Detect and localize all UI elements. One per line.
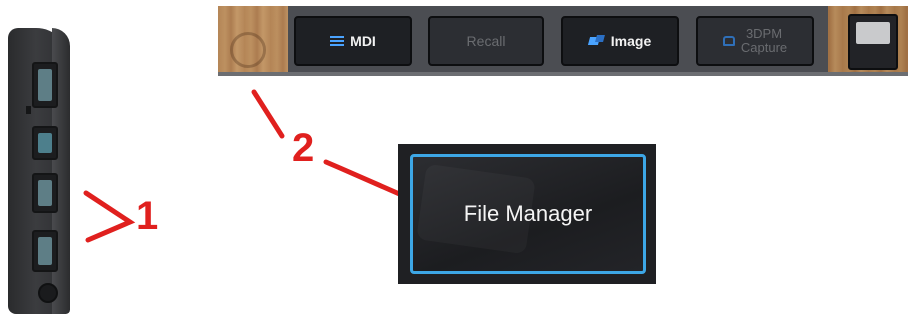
- camera-icon: [722, 36, 735, 46]
- mdi-label: MDI: [350, 33, 376, 49]
- callout-1-chevron: [83, 190, 136, 243]
- file-manager-zoom-button[interactable]: File Manager: [410, 154, 646, 274]
- recall-button[interactable]: Recall: [428, 16, 544, 66]
- image-label: Image: [610, 33, 652, 49]
- recall-label: Recall: [466, 33, 506, 49]
- file-manager-label: File Manager: [463, 201, 593, 226]
- thumbnail-screen: [856, 22, 890, 44]
- capture-label: 3DPM Capture: [740, 25, 788, 56]
- callout-2-leader-lower: [323, 159, 407, 199]
- mdi-button[interactable]: MDI: [294, 16, 412, 66]
- top-toolbar: MDI Recall Image 3DPM Capture: [218, 6, 908, 76]
- image-button[interactable]: Image: [561, 16, 679, 66]
- callout-number-1: 1: [136, 194, 159, 238]
- hamburger-icon: [330, 36, 345, 46]
- capture-label-line2: Capture: [740, 40, 788, 55]
- 3dpm-capture-button[interactable]: 3DPM Capture: [696, 16, 814, 66]
- callout-number-2: 2: [292, 126, 315, 170]
- callout-2-leader-upper: [251, 89, 285, 139]
- capture-label-line1: 3DPM: [745, 25, 783, 41]
- logo-emboss: [230, 32, 266, 68]
- image-icon: [589, 35, 605, 47]
- file-manager-button[interactable]: [848, 14, 898, 70]
